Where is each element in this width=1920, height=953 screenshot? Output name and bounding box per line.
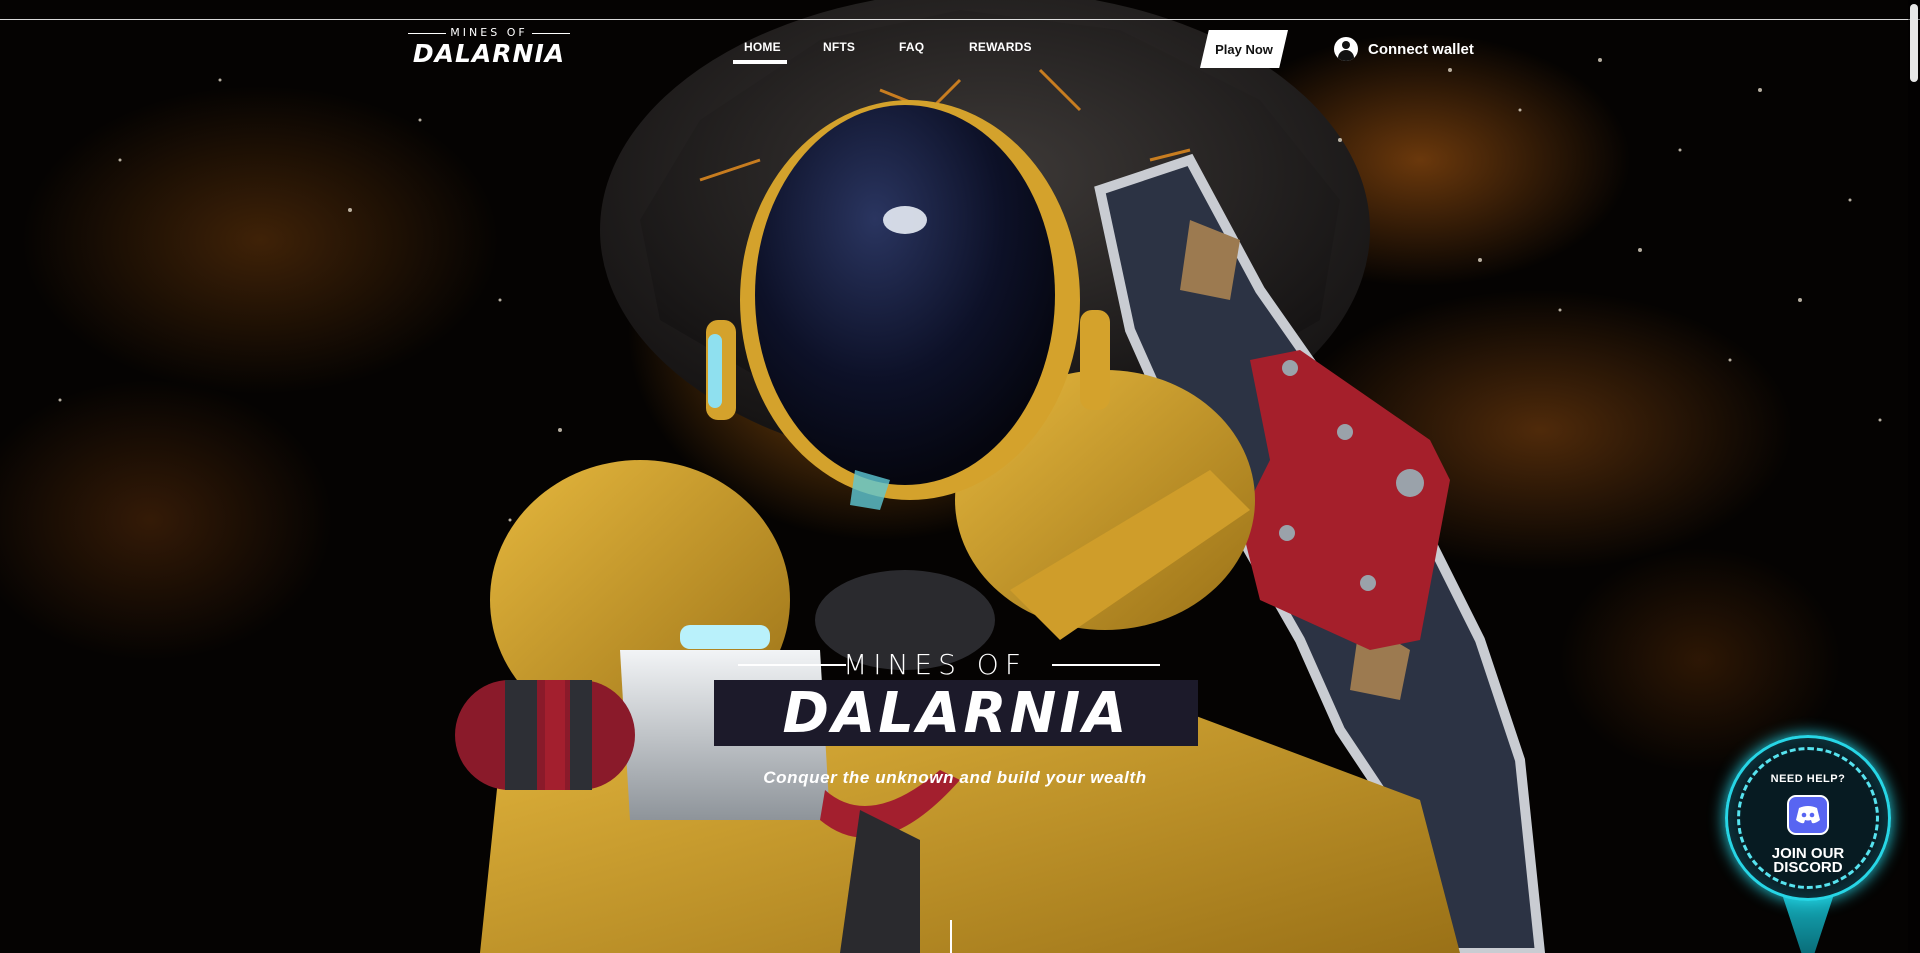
logo-big-text: DALARNIA (412, 39, 566, 68)
discord-help-widget[interactable]: NEED HELP? JOIN OUR DISCORD (1723, 733, 1893, 953)
discord-join-line-2: DISCORD (1773, 859, 1843, 876)
nav-item-home[interactable]: HOME (744, 40, 781, 54)
play-now-button[interactable]: Play Now (1200, 30, 1288, 68)
hero-miner-artwork (58, 0, 1882, 953)
site-logo[interactable]: MINES OF DALARNIA (400, 26, 578, 68)
connect-wallet-button[interactable]: Connect wallet (1334, 36, 1474, 62)
nav-item-nfts[interactable]: NFTS (823, 40, 855, 54)
nav-item-rewards[interactable]: REWARDS (969, 40, 1032, 54)
nav-active-indicator (733, 60, 787, 64)
hero-title-big: DALARNIA (714, 680, 1198, 746)
user-avatar-icon (1334, 37, 1358, 61)
connect-wallet-label: Connect wallet (1368, 40, 1474, 58)
scroll-indicator (950, 920, 952, 953)
logo-small-text: MINES OF (400, 26, 578, 39)
scrollbar-thumb[interactable] (1910, 4, 1918, 82)
discord-help-label: NEED HELP? (1770, 773, 1846, 785)
discord-join-label: JOIN OUR DISCORD (1723, 846, 1893, 876)
page-scrollbar[interactable] (1908, 0, 1920, 953)
hero-section (0, 0, 1920, 953)
hero-title-small: MINES OF (843, 648, 1027, 681)
nav-item-faq[interactable]: FAQ (899, 40, 924, 54)
top-divider (0, 19, 1920, 20)
hero-title: MINES OF DALARNIA Conquer the unknown an… (700, 640, 1210, 800)
hero-tagline: Conquer the unknown and build your wealt… (763, 768, 1147, 787)
discord-icon (1787, 795, 1829, 835)
